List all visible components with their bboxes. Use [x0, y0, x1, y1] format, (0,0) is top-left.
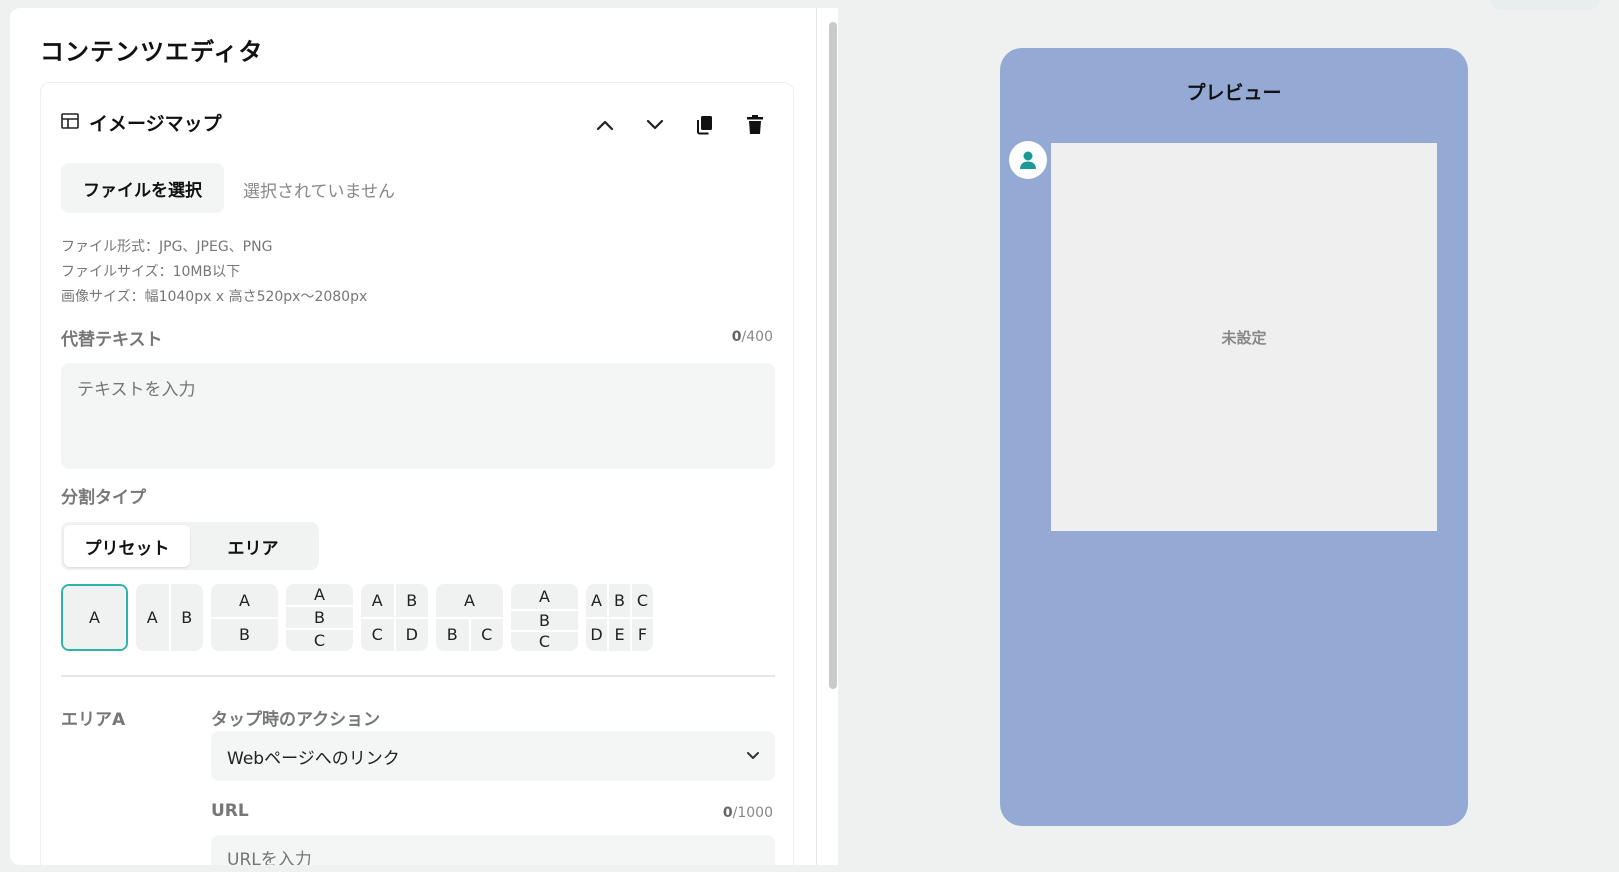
- preset-top-one-bottom-two-rows[interactable]: A B C: [511, 584, 578, 651]
- preset-list: A A B A B A B C A B C D A B C A B C A B …: [61, 584, 653, 651]
- copy-icon: [697, 116, 712, 135]
- image-size-info: 画像サイズ：幅1040px x 高さ520px〜2080px: [61, 289, 368, 305]
- url-max: /1000: [732, 805, 773, 821]
- file-format-info: ファイル形式：JPG、JPEG、PNG: [61, 239, 273, 255]
- alt-text-input[interactable]: [61, 363, 775, 469]
- tab-area[interactable]: エリア: [190, 525, 316, 567]
- corner-decoration: [1490, 0, 1600, 10]
- tap-action-select[interactable]: Webページへのリンク: [211, 731, 775, 781]
- move-up-button[interactable]: [589, 109, 621, 141]
- preset-cell: B: [211, 618, 278, 651]
- delete-button[interactable]: [739, 109, 771, 141]
- section-divider: [61, 675, 775, 677]
- avatar: [1009, 141, 1047, 179]
- split-type-toggle: プリセット エリア: [61, 522, 319, 570]
- choose-file-button[interactable]: ファイルを選択: [61, 163, 224, 213]
- file-size-info: ファイルサイズ：10MB以下: [61, 264, 241, 280]
- preset-three-rows[interactable]: A B C: [286, 584, 353, 651]
- preset-cell: C: [511, 632, 578, 651]
- area-label: エリアA: [61, 710, 126, 730]
- preset-two-by-two[interactable]: A B C D: [361, 584, 428, 651]
- editor-title: コンテンツエディタ: [40, 38, 264, 66]
- preset-cell: C: [361, 618, 394, 651]
- url-label: URL: [211, 801, 249, 821]
- url-counter: 0/1000: [723, 805, 773, 821]
- url-count: 0: [722, 805, 733, 821]
- preset-cell: E: [609, 618, 630, 651]
- preset-cell: B: [286, 607, 353, 628]
- preset-cell: A: [586, 584, 607, 617]
- grid-layout-icon: [61, 112, 79, 134]
- editor-scrollbar-thumb[interactable]: [829, 22, 837, 689]
- preset-cell: B: [511, 611, 578, 630]
- trash-icon: [747, 115, 763, 134]
- chevron-up-icon: [596, 120, 614, 131]
- chevron-down-icon: [747, 752, 759, 759]
- preset-cell: C: [470, 618, 503, 651]
- preset-three-by-two[interactable]: A B C D E F: [586, 584, 653, 651]
- url-input[interactable]: [211, 835, 775, 865]
- card-title: イメージマップ: [89, 113, 222, 135]
- preset-cell: F: [632, 618, 653, 651]
- preview-title: プレビュー: [1186, 82, 1282, 104]
- preset-cell: D: [395, 618, 428, 651]
- preset-single[interactable]: A: [61, 584, 128, 651]
- alt-text-count: 0: [731, 329, 742, 345]
- file-requirements: ファイル形式：JPG、JPEG、PNG ファイルサイズ：10MB以下 画像サイズ…: [61, 235, 367, 310]
- imagemap-card: イメージマップ ファイルを選択 選択されていません ファイル形式：JPG、JPE…: [40, 82, 794, 865]
- split-type-label: 分割タイプ: [61, 488, 146, 508]
- preset-cell: A: [361, 584, 394, 617]
- preset-two-columns[interactable]: A B: [136, 584, 203, 651]
- user-icon: [1020, 151, 1036, 169]
- preset-cell: A: [136, 584, 169, 651]
- preset-cell: A: [63, 586, 126, 649]
- move-down-button[interactable]: [639, 109, 671, 141]
- preset-cell: A: [211, 584, 278, 617]
- preview-image-status: 未設定: [1221, 328, 1267, 347]
- preset-cell: A: [286, 584, 353, 605]
- preset-cell: B: [436, 618, 469, 651]
- preset-cell: C: [286, 630, 353, 651]
- tap-action-value: Webページへのリンク: [227, 748, 400, 769]
- preset-cell: B: [395, 584, 428, 617]
- alt-text-label: 代替テキスト: [61, 330, 163, 350]
- preset-cell: D: [586, 618, 607, 651]
- preset-two-rows[interactable]: A B: [211, 584, 278, 651]
- preview-panel: プレビュー 未設定: [1000, 48, 1468, 826]
- tab-preset[interactable]: プリセット: [64, 525, 190, 567]
- preset-cell: A: [511, 584, 578, 609]
- alt-text-counter: 0/400: [732, 329, 773, 345]
- preview-image-placeholder: 未設定: [1051, 143, 1437, 531]
- content-editor-panel: コンテンツエディタ イメージマップ ファイルを選択 選択されていません ファイル…: [10, 8, 838, 865]
- preset-cell: C: [632, 584, 653, 617]
- duplicate-button[interactable]: [689, 109, 721, 141]
- preset-cell: B: [609, 584, 630, 617]
- chevron-down-icon: [646, 119, 664, 130]
- preset-top-one-bottom-two[interactable]: A B C: [436, 584, 503, 651]
- card-toolbar: [589, 109, 771, 141]
- tap-action-label: タップ時のアクション: [211, 710, 381, 730]
- preset-cell: A: [436, 584, 503, 617]
- card-header: イメージマップ: [61, 109, 222, 136]
- alt-text-max: /400: [741, 329, 773, 345]
- preset-cell: B: [170, 584, 203, 651]
- file-status: 選択されていません: [243, 182, 395, 202]
